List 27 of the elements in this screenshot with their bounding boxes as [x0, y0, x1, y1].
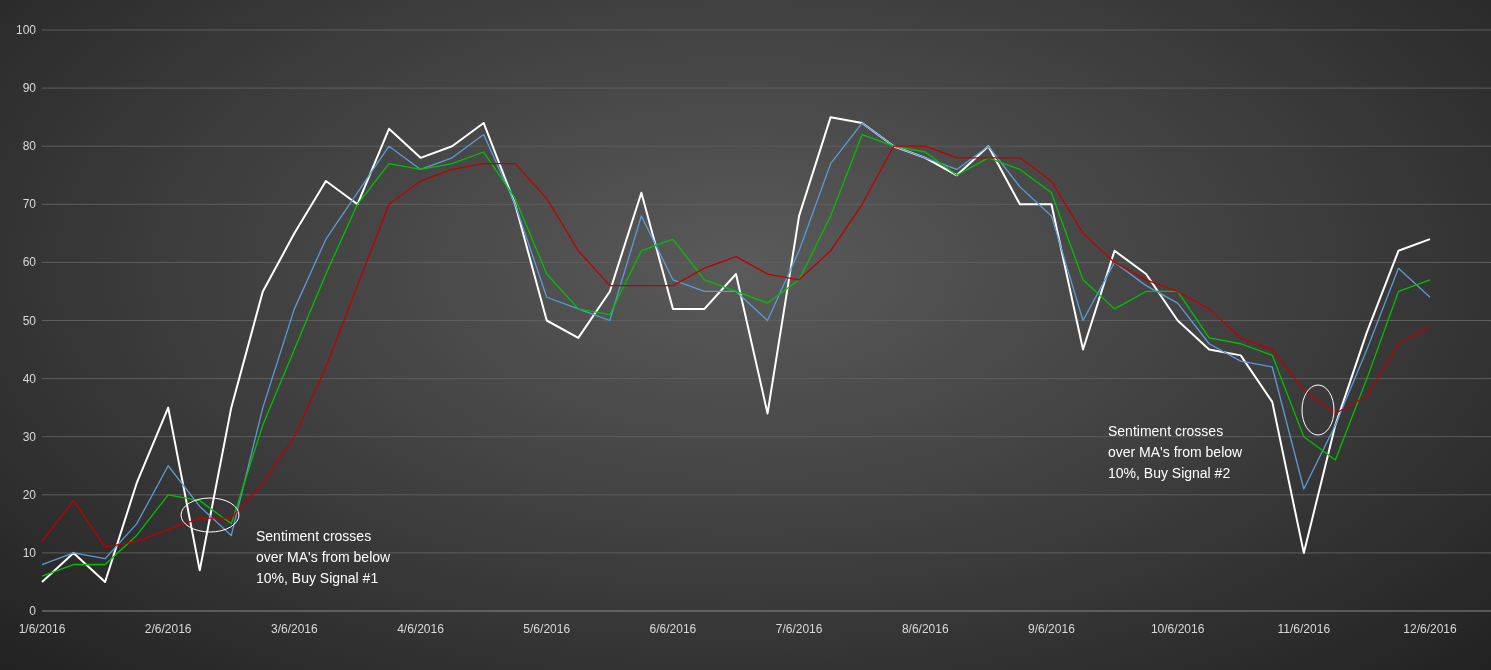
axis-label: 10/6/2016 — [1150, 622, 1205, 636]
axis-label: 20 — [22, 487, 36, 502]
highlight-ellipse — [1301, 384, 1335, 436]
axis-label: 8/6/2016 — [901, 622, 949, 636]
highlight-ellipse — [180, 497, 240, 533]
axis-label: 6/6/2016 — [649, 622, 697, 636]
axis-label: 40 — [22, 371, 36, 386]
axis-label: 90 — [22, 81, 36, 96]
axis-label: 60 — [22, 255, 36, 270]
axis-label: 10 — [22, 545, 36, 560]
axis-label: 80 — [22, 139, 36, 154]
axis-label: 2/6/2016 — [144, 622, 192, 636]
axis-label: 100 — [15, 23, 36, 37]
axis-label: 70 — [22, 197, 36, 212]
axis-label: 30 — [22, 429, 36, 444]
annotation-text: Sentiment crosses over MA's from below 10%, Buy Signal #1 — [256, 528, 391, 586]
axis-label: 0 — [29, 604, 36, 618]
axis-label: 11/6/2016 — [1277, 622, 1331, 636]
axis-label: 4/6/2016 — [397, 622, 444, 636]
axis-label: 1/6/2016 — [18, 622, 66, 636]
axis-label: 12/6/2016 — [1403, 622, 1457, 636]
axis-label: 50 — [22, 313, 36, 328]
axis-label: 7/6/2016 — [775, 622, 823, 636]
axis-label: 9/6/2016 — [1028, 622, 1075, 636]
annotation-text: Sentiment crosses over MA's from below 10%, Buy Signal #2 — [1108, 423, 1243, 481]
axis-label: 3/6/2016 — [271, 622, 318, 636]
axis-label: 5/6/2016 — [523, 622, 571, 636]
